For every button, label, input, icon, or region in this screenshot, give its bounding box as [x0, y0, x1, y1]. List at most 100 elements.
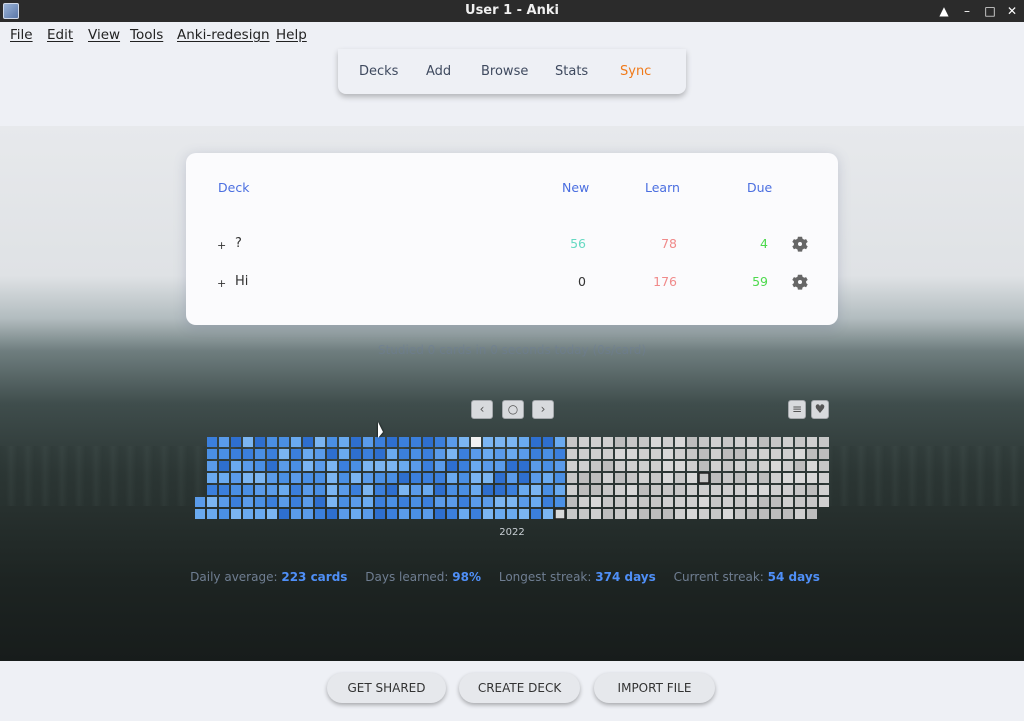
heatmap-day-cell — [747, 509, 757, 519]
heatmap-day-cell — [651, 509, 661, 519]
menu-view[interactable]: View — [88, 27, 120, 43]
nav-add[interactable]: Add — [426, 64, 451, 79]
heatmap-day-cell — [675, 437, 685, 447]
heatmap-day-cell — [291, 473, 301, 483]
deck-name[interactable]: ? — [235, 236, 242, 251]
deck-row[interactable]: + ? 56 78 4 — [186, 235, 838, 259]
header-deck: Deck — [218, 180, 250, 195]
heatmap-day-cell — [675, 461, 685, 471]
heatmap-day-cell — [699, 485, 709, 495]
gear-icon[interactable] — [792, 274, 808, 290]
heatmap-day-cell — [243, 473, 253, 483]
chevron-left-icon[interactable]: ‹ — [471, 400, 493, 419]
heatmap-day-cell — [819, 437, 829, 447]
heatmap-day-cell — [243, 461, 253, 471]
menu-edit[interactable]: Edit — [47, 27, 73, 43]
expand-toggle[interactable]: + — [217, 277, 226, 290]
heatmap-day-cell — [687, 473, 697, 483]
heatmap-day-cell — [471, 509, 481, 519]
heatmap-day-cell — [243, 449, 253, 459]
heatmap-day-cell — [591, 497, 601, 507]
menu-help[interactable]: Help — [276, 27, 307, 43]
heatmap-day-cell — [243, 497, 253, 507]
heatmap-day-cell — [411, 449, 421, 459]
heatmap-day-cell — [699, 437, 709, 447]
heatmap-day-cell — [507, 485, 517, 495]
heatmap-day-cell — [651, 449, 661, 459]
heatmap-day-cell — [579, 449, 589, 459]
heatmap-day-cell — [615, 437, 625, 447]
heatmap-day-cell — [519, 473, 529, 483]
heatmap-day-cell — [363, 473, 373, 483]
heatmap-day-cell — [471, 473, 481, 483]
heatmap-day-cell — [543, 449, 553, 459]
heatmap-day-cell — [687, 461, 697, 471]
heatmap-day-cell — [543, 473, 553, 483]
heatmap-day-cell — [819, 497, 829, 507]
minimize-icon[interactable]: – — [958, 2, 976, 20]
heatmap-day-cell — [303, 497, 313, 507]
heatmap-day-cell — [735, 461, 745, 471]
header-learn: Learn — [645, 180, 680, 195]
menu-file[interactable]: File — [10, 27, 33, 43]
chevron-right-icon[interactable]: › — [532, 400, 554, 419]
heatmap-day-cell — [711, 509, 721, 519]
heatmap-day-cell — [507, 449, 517, 459]
sliders-icon[interactable]: ≡ — [788, 400, 806, 419]
heatmap-day-cell — [483, 461, 493, 471]
keep-above-icon[interactable]: ▲ — [935, 2, 953, 20]
nav-sync[interactable]: Sync — [620, 64, 651, 79]
heatmap-day-cell — [435, 437, 445, 447]
heatmap-day-cell — [639, 509, 649, 519]
get-shared-button[interactable]: GET SHARED — [327, 673, 446, 703]
heatmap-day-cell — [591, 449, 601, 459]
heatmap-day-cell — [387, 509, 397, 519]
heatmap-day-cell — [471, 497, 481, 507]
deck-row[interactable]: + Hi 0 176 59 — [186, 273, 838, 297]
circle-icon[interactable]: ○ — [502, 400, 524, 419]
heatmap-day-cell — [231, 485, 241, 495]
heatmap-day-cell — [255, 497, 265, 507]
heatmap-day-cell — [279, 497, 289, 507]
heatmap-day-cell — [531, 497, 541, 507]
heatmap-day-cell — [579, 509, 589, 519]
maximize-icon[interactable]: □ — [981, 2, 999, 20]
create-deck-button[interactable]: CREATE DECK — [459, 673, 580, 703]
heart-icon[interactable]: ♥ — [811, 400, 829, 419]
nav-stats[interactable]: Stats — [555, 64, 588, 79]
close-icon[interactable]: ✕ — [1003, 2, 1021, 20]
heatmap-day-cell — [375, 461, 385, 471]
heatmap-day-cell — [327, 485, 337, 495]
heatmap-day-cell — [207, 449, 217, 459]
heatmap-day-cell — [615, 473, 625, 483]
expand-toggle[interactable]: + — [217, 239, 226, 252]
nav-browse[interactable]: Browse — [481, 64, 528, 79]
heatmap-day-cell — [219, 485, 229, 495]
heatmap-day-cell — [231, 497, 241, 507]
nav-decks[interactable]: Decks — [359, 64, 398, 79]
heatmap-day-cell — [651, 485, 661, 495]
menu-anki-redesign[interactable]: Anki-redesign — [177, 27, 270, 43]
heatmap-day-cell — [579, 497, 589, 507]
heatmap-day-cell — [255, 449, 265, 459]
heatmap-day-cell — [387, 473, 397, 483]
current-streak-label: Current streak: — [673, 570, 764, 584]
heatmap-day-cell — [627, 461, 637, 471]
heatmap-day-cell — [687, 509, 697, 519]
import-file-button[interactable]: IMPORT FILE — [594, 673, 715, 703]
menu-tools[interactable]: Tools — [130, 27, 163, 43]
heatmap-day-cell — [675, 497, 685, 507]
heatmap-day-cell — [627, 437, 637, 447]
heatmap-day-cell — [303, 437, 313, 447]
heatmap-day-cell — [423, 449, 433, 459]
heatmap-day-cell — [423, 497, 433, 507]
heatmap-day-cell — [507, 437, 517, 447]
heatmap-day-cell — [615, 485, 625, 495]
heatmap-day-cell — [699, 461, 709, 471]
gear-icon[interactable] — [792, 236, 808, 252]
heatmap-day-cell — [231, 437, 241, 447]
heatmap-day-cell — [723, 497, 733, 507]
deck-name[interactable]: Hi — [235, 274, 248, 289]
heatmap-day-cell — [735, 509, 745, 519]
heatmap-day-cell — [447, 485, 457, 495]
